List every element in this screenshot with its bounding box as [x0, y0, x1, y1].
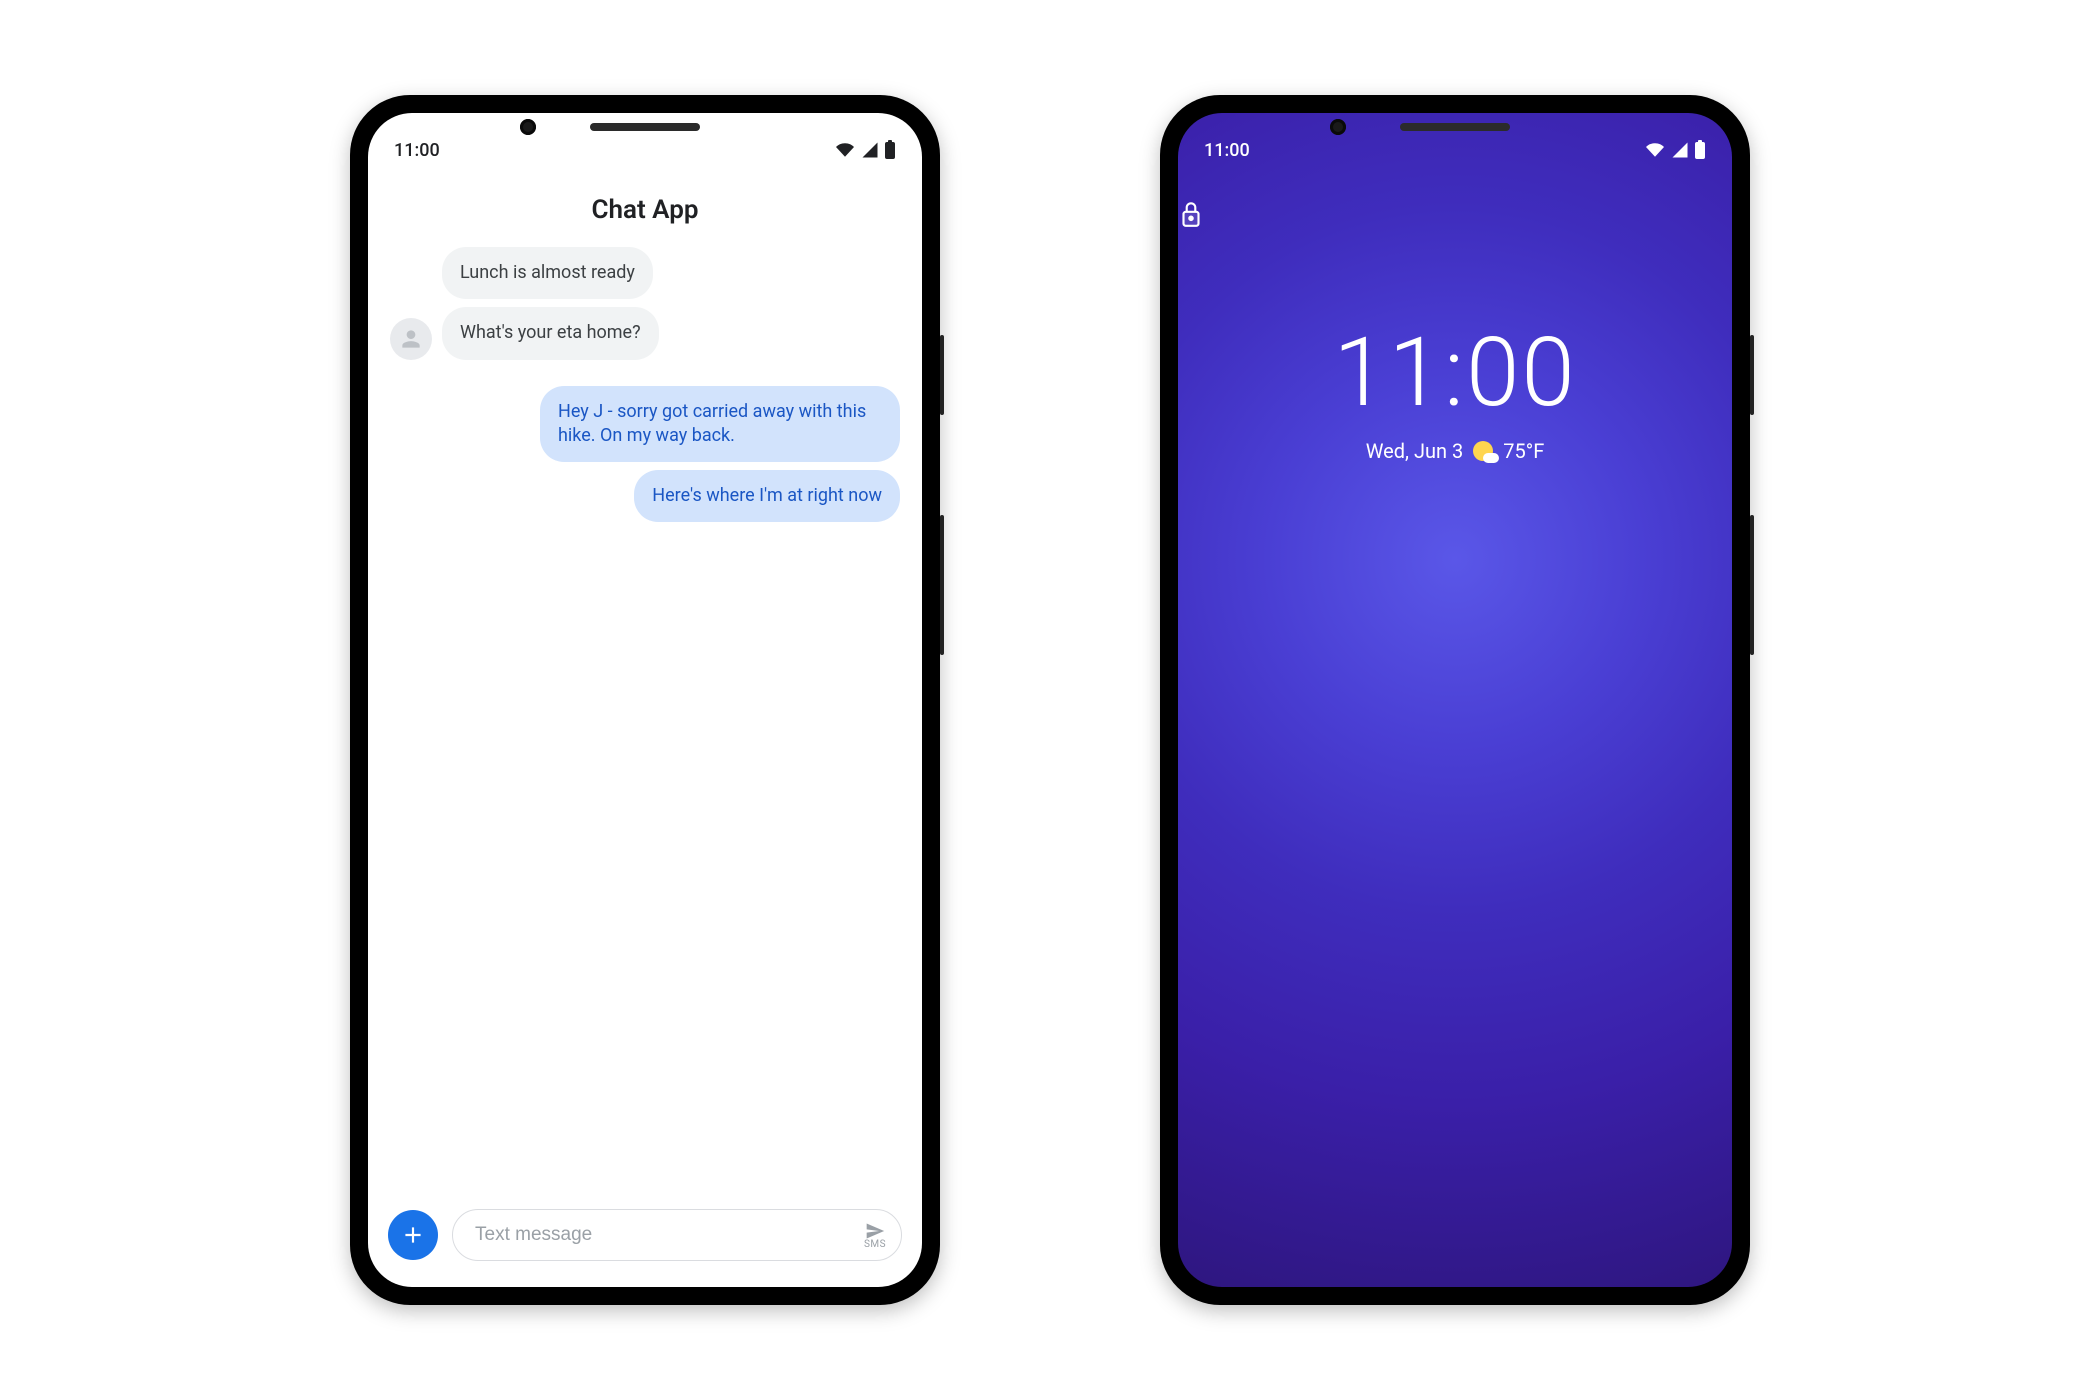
phone-frame-right: 11:00 11:00 Wed, Jun 3: [1160, 95, 1750, 1305]
signal-icon: [860, 141, 880, 159]
status-icons: [834, 140, 896, 160]
phone-hardware-top: [590, 123, 700, 131]
front-camera: [1330, 119, 1346, 135]
chat-app-screen: 11:00 Chat App Lunch is almost ready: [368, 113, 922, 1287]
signal-icon: [1670, 141, 1690, 159]
status-time: 11:00: [1204, 140, 1250, 161]
send-sublabel: SMS: [864, 1239, 886, 1250]
earpiece-speaker: [1400, 123, 1510, 131]
phone-hardware-top: [1400, 123, 1510, 131]
weather-icon: [1473, 441, 1493, 461]
attach-button[interactable]: [388, 1210, 438, 1260]
status-bar: 11:00: [1178, 113, 1732, 169]
message-row-incoming: What's your eta home?: [390, 307, 900, 359]
message-bubble[interactable]: Lunch is almost ready: [442, 247, 653, 299]
phone-frame-left: 11:00 Chat App Lunch is almost ready: [350, 95, 940, 1305]
wifi-icon: [1644, 141, 1666, 159]
message-row-outgoing: Hey J - sorry got carried away with this…: [390, 386, 900, 463]
lockscreen-date: Wed, Jun 3: [1366, 439, 1464, 463]
send-button[interactable]: SMS: [863, 1221, 887, 1250]
lock-screen[interactable]: 11:00 11:00 Wed, Jun 3: [1178, 113, 1732, 1287]
status-time: 11:00: [394, 140, 440, 161]
contact-avatar[interactable]: [390, 318, 432, 360]
message-input-wrap: SMS: [452, 1209, 902, 1261]
message-bubble[interactable]: What's your eta home?: [442, 307, 659, 359]
status-icons: [1644, 140, 1706, 160]
send-icon: [863, 1221, 887, 1241]
battery-icon: [884, 140, 896, 160]
lockscreen-dateline: Wed, Jun 3 75°F: [1178, 439, 1732, 463]
message-row-outgoing: Here's where I'm at right now: [390, 470, 900, 522]
plus-icon: [400, 1222, 426, 1248]
lock-icon: [1178, 199, 1204, 229]
message-bubble[interactable]: Here's where I'm at right now: [634, 470, 900, 522]
lockscreen-clock: 11:00: [1178, 325, 1732, 421]
message-input[interactable]: [475, 1224, 863, 1246]
message-list[interactable]: Lunch is almost ready What's your eta ho…: [368, 247, 922, 1193]
message-bubble[interactable]: Hey J - sorry got carried away with this…: [540, 386, 900, 463]
composer-bar: SMS: [368, 1193, 922, 1287]
lock-indicator: [1178, 169, 1732, 229]
battery-icon: [1694, 140, 1706, 160]
earpiece-speaker: [590, 123, 700, 131]
message-row-incoming: Lunch is almost ready: [390, 247, 900, 299]
status-bar: 11:00: [368, 113, 922, 169]
wifi-icon: [834, 141, 856, 159]
front-camera: [520, 119, 536, 135]
app-title: Chat App: [368, 169, 922, 247]
lockscreen-temperature: 75°F: [1503, 439, 1544, 463]
person-icon: [398, 326, 424, 352]
